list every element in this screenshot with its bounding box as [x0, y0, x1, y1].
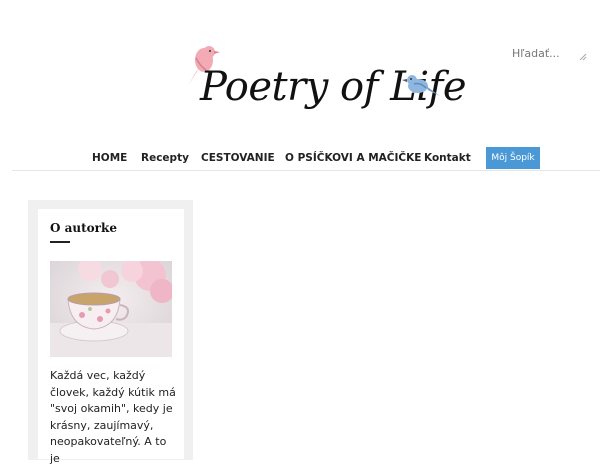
moj-sopik-button[interactable]: Môj Šopík [486, 147, 540, 169]
about-text: Každá vec, každý človek, každý kútik má … [50, 369, 176, 465]
blue-bird-icon [402, 75, 440, 96]
search-placeholder: Hľadať... [512, 47, 560, 60]
nav-item-home[interactable]: HOME [92, 152, 127, 164]
title-underline [50, 241, 70, 243]
nav-item-kontakt[interactable]: Kontakt [424, 152, 471, 164]
widget-title: O autorke [50, 221, 117, 235]
nav-item-psickovi[interactable]: O PSÍČKOVI A MAČIČKE [285, 152, 421, 164]
nav-divider [12, 170, 600, 171]
resize-grip-icon [579, 53, 587, 61]
site-logo[interactable]: Poetry of Life [180, 38, 467, 138]
nav-item-cestovanie[interactable]: CESTOVANIE [201, 152, 275, 164]
nav-item-recepty[interactable]: Recepty [141, 152, 189, 164]
teacup-photo [50, 261, 172, 357]
